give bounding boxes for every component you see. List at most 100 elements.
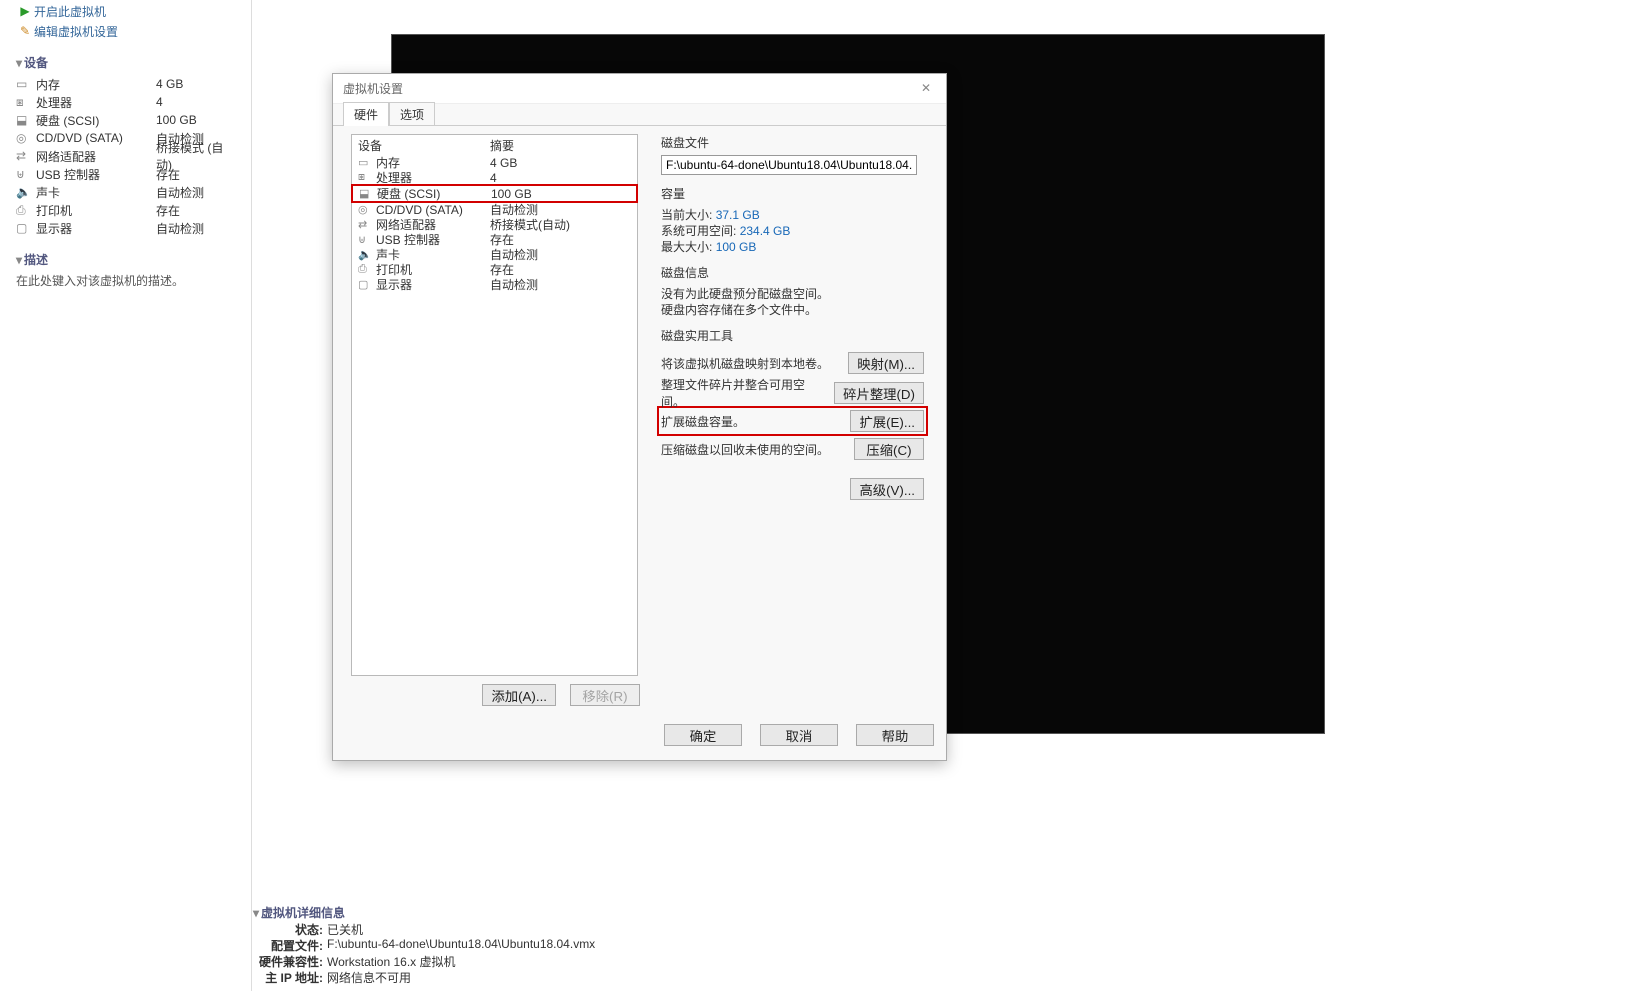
device-table-row[interactable]: 🔈声卡自动检测 [352, 247, 637, 262]
advanced-button[interactable]: 高级(V)... [850, 478, 924, 500]
device-name: 声卡 [36, 184, 156, 201]
settings-dialog: 虚拟机设置 ✕ 硬件 选项 设备 摘要 ▭内存4 GB⧆处理器4⬓硬盘 (SCS… [332, 73, 947, 761]
usb-icon: ⊎ [16, 167, 36, 181]
cd-icon: ◎ [358, 203, 376, 216]
device-table-row[interactable]: ◎CD/DVD (SATA)自动检测 [352, 202, 637, 217]
disk-icon: ⬓ [16, 113, 36, 127]
utility-text: 扩展磁盘容量。 [661, 413, 850, 430]
edit-settings-label: 编辑虚拟机设置 [34, 23, 118, 40]
detail-row: 配置文件:F:\ubuntu-64-done\Ubuntu18.04\Ubunt… [253, 937, 853, 953]
net-icon: ⇄ [16, 149, 36, 163]
printer-icon: ⎙ [16, 203, 36, 218]
disk-file-label: 磁盘文件 [661, 134, 924, 151]
device-value: 存在 [156, 202, 239, 219]
device-table-header: 设备 摘要 [352, 135, 637, 155]
vm-details-header[interactable]: ▾ 虚拟机详细信息 [253, 904, 853, 921]
remove-button: 移除(R) [570, 684, 640, 706]
tab-hardware[interactable]: 硬件 [343, 102, 389, 126]
utility-button[interactable]: 压缩(C) [854, 438, 924, 460]
device-row[interactable]: ⬓硬盘 (SCSI)100 GB [16, 111, 239, 129]
device-row[interactable]: 🔈声卡自动检测 [16, 183, 239, 201]
device-table-row[interactable]: ⊎USB 控制器存在 [352, 232, 637, 247]
edit-icon: ✎ [16, 24, 34, 38]
start-vm-link[interactable]: ▶ 开启此虚拟机 [16, 2, 239, 20]
device-table-row[interactable]: ⧆处理器4 [352, 170, 637, 185]
twisty-icon: ▾ [16, 56, 22, 70]
add-button[interactable]: 添加(A)... [482, 684, 556, 706]
start-vm-label: 开启此虚拟机 [34, 3, 106, 20]
detail-row: 主 IP 地址:网络信息不可用 [253, 969, 853, 985]
device-table-row[interactable]: ⎙打印机存在 [352, 262, 637, 277]
device-name: 打印机 [36, 202, 156, 219]
device-row[interactable]: ⇄网络适配器桥接模式 (自动) [16, 147, 239, 165]
cd-icon: ◎ [16, 131, 36, 145]
desc-section-header[interactable]: ▾ 描述 [16, 251, 239, 268]
utility-text: 压缩磁盘以回收未使用的空间。 [661, 441, 854, 458]
dialog-footer: 确定 取消 帮助 [664, 724, 934, 746]
device-name: 内存 [36, 76, 156, 93]
printer-icon: ⎙ [358, 263, 376, 276]
play-icon: ▶ [16, 4, 34, 18]
device-name: CD/DVD (SATA) [36, 131, 156, 145]
utility-button[interactable]: 扩展(E)... [850, 410, 924, 432]
edit-settings-link[interactable]: ✎ 编辑虚拟机设置 [16, 22, 239, 40]
utility-button[interactable]: 碎片整理(D) [834, 382, 924, 404]
device-value: 自动检测 [156, 184, 239, 201]
device-table-row[interactable]: ⇄网络适配器桥接模式(自动) [352, 217, 637, 232]
utility-row: 压缩磁盘以回收未使用的空间。压缩(C) [661, 434, 924, 464]
utility-text: 整理文件碎片并整合可用空间。 [661, 376, 834, 410]
memory-icon: ▭ [16, 77, 36, 91]
diskinfo-lines: 没有为此硬盘预分配磁盘空间。硬盘内容存储在多个文件中。 [661, 285, 924, 317]
utility-row: 扩展磁盘容量。扩展(E)... [657, 406, 928, 436]
close-icon[interactable]: ✕ [910, 74, 942, 102]
sound-icon: 🔈 [358, 248, 376, 261]
device-name: USB 控制器 [36, 166, 156, 183]
twisty-icon: ▾ [253, 906, 259, 920]
capacity-lines: 当前大小: 37.1 GB 系统可用空间: 234.4 GB 最大大小: 100… [661, 206, 924, 254]
help-button[interactable]: 帮助 [856, 724, 934, 746]
cancel-button[interactable]: 取消 [760, 724, 838, 746]
diskinfo-line: 硬盘内容存储在多个文件中。 [661, 301, 924, 317]
dialog-title: 虚拟机设置 ✕ [333, 74, 946, 104]
utilities-label: 磁盘实用工具 [661, 327, 924, 344]
ok-button[interactable]: 确定 [664, 724, 742, 746]
device-row[interactable]: ▢显示器自动检测 [16, 219, 239, 237]
detail-row: 硬件兼容性:Workstation 16.x 虚拟机 [253, 953, 853, 969]
sound-icon: 🔈 [16, 185, 36, 199]
disk-icon: ⬓ [359, 187, 377, 200]
device-row[interactable]: ▭内存4 GB [16, 75, 239, 93]
device-value: 100 GB [156, 113, 239, 127]
device-table-row[interactable]: ▭内存4 GB [352, 155, 637, 170]
device-name: 显示器 [36, 220, 156, 237]
disk-file-input[interactable] [661, 155, 917, 175]
utility-row: 将该虚拟机磁盘映射到本地卷。映射(M)... [661, 348, 924, 378]
sidebar: ▶ 开启此虚拟机 ✎ 编辑虚拟机设置 ▾ 设备 ▭内存4 GB⧆处理器4⬓硬盘 … [0, 0, 252, 991]
device-table-row[interactable]: ▢显示器自动检测 [352, 277, 637, 292]
detail-row: 状态:已关机 [253, 921, 853, 937]
device-table[interactable]: 设备 摘要 ▭内存4 GB⧆处理器4⬓硬盘 (SCSI)100 GB◎CD/DV… [351, 134, 638, 676]
device-name: 网络适配器 [36, 148, 156, 165]
tab-body: 设备 摘要 ▭内存4 GB⧆处理器4⬓硬盘 (SCSI)100 GB◎CD/DV… [333, 125, 946, 715]
utility-button[interactable]: 映射(M)... [848, 352, 924, 374]
devices-section-header[interactable]: ▾ 设备 [16, 54, 239, 71]
device-value: 4 GB [156, 77, 239, 91]
device-value: 自动检测 [156, 220, 239, 237]
diskinfo-label: 磁盘信息 [661, 264, 924, 281]
vm-details: ▾ 虚拟机详细信息 状态:已关机配置文件:F:\ubuntu-64-done\U… [253, 904, 853, 985]
capacity-label: 容量 [661, 185, 924, 202]
device-value: 存在 [156, 166, 239, 183]
desc-hint[interactable]: 在此处键入对该虚拟机的描述。 [16, 272, 239, 289]
cpu-icon: ⧆ [16, 95, 36, 110]
utility-row: 整理文件碎片并整合可用空间。碎片整理(D) [661, 378, 924, 408]
dialog-tabs: 硬件 选项 [333, 104, 946, 126]
memory-icon: ▭ [358, 156, 376, 169]
device-row[interactable]: ⎙打印机存在 [16, 201, 239, 219]
diskinfo-line: 没有为此硬盘预分配磁盘空间。 [661, 285, 924, 301]
net-icon: ⇄ [358, 218, 376, 231]
tab-options[interactable]: 选项 [389, 102, 435, 126]
device-row[interactable]: ⧆处理器4 [16, 93, 239, 111]
device-list: ▭内存4 GB⧆处理器4⬓硬盘 (SCSI)100 GB◎CD/DVD (SAT… [16, 75, 239, 237]
device-name: 硬盘 (SCSI) [36, 112, 156, 129]
device-right-pane: 磁盘文件 容量 当前大小: 37.1 GB 系统可用空间: 234.4 GB 最… [661, 134, 924, 510]
device-row[interactable]: ⊎USB 控制器存在 [16, 165, 239, 183]
